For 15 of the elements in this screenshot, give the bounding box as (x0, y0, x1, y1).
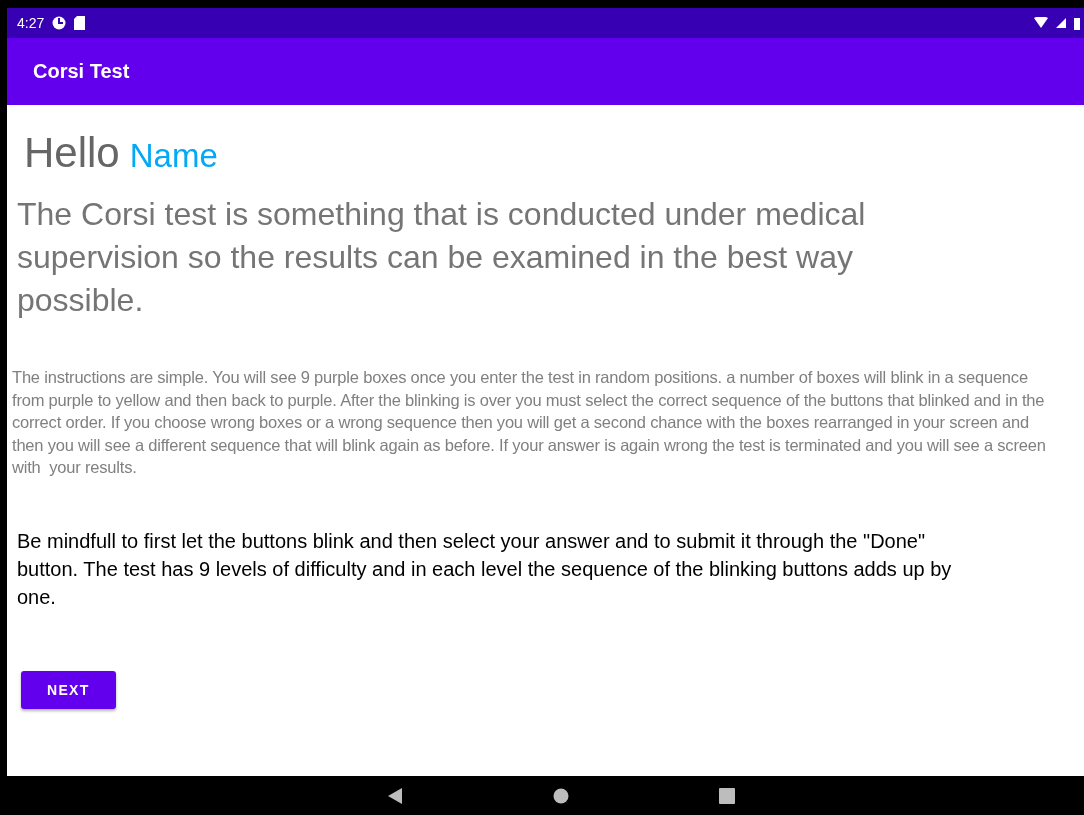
app-title: Corsi Test (33, 60, 130, 83)
intro-text: The Corsi test is something that is conducted under medical supervision so the results can be examined in the best way possible. (17, 195, 867, 320)
note-text: Be mindfull to first let the buttons blink and then select your answer and to submit it through the "Done" button. The test has 9 levels of difficulty and in each level the sequence of the blinking buttons adds up by one. (17, 528, 953, 610)
battery-icon (1074, 16, 1080, 30)
home-icon[interactable] (552, 787, 569, 804)
user-name: Name (129, 137, 218, 175)
next-button[interactable]: NEXT (21, 670, 116, 709)
recents-icon[interactable] (718, 787, 735, 804)
sd-card-icon (74, 16, 86, 30)
hello-text: Hello (24, 129, 120, 177)
status-time: 4:27 (17, 15, 45, 31)
instructions-text: The instructions are simple. You will see 9 purple boxes once you enter the test in random positions. a number of boxes will blink in a sequence from purple to yellow and then back to purple. After the blinking is over you must select the correct sequence of the buttons that blinked and in the correct order. If you choose wrong boxes or a wrong sequence then you will get a second chance with the boxes rearranged in your screen and then you will see a different sequence that will blink again as before. If your answer is again wrong the test is terminated and you will see a screen with your results. (12, 367, 1047, 478)
back-icon[interactable] (386, 787, 403, 804)
wifi-icon (1034, 17, 1048, 29)
signal-icon (1056, 18, 1066, 28)
